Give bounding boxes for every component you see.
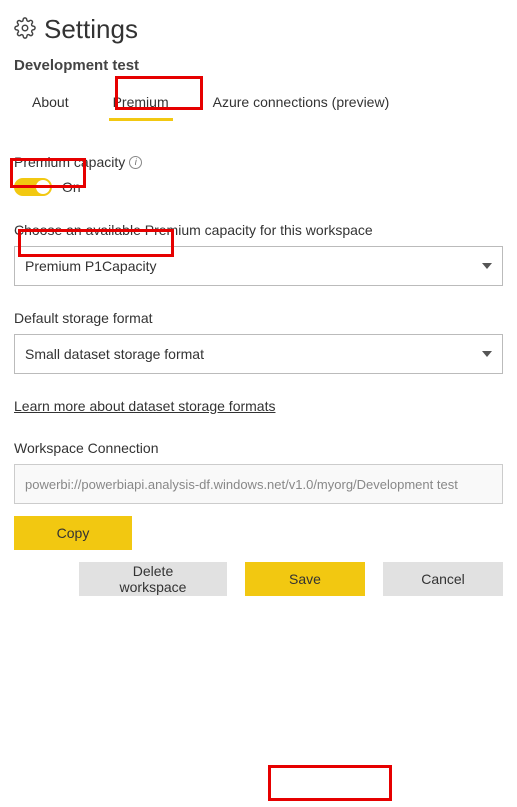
toggle-state-label: On — [62, 179, 81, 195]
footer: Delete workspace Save Cancel — [0, 550, 517, 614]
capacity-select-value: Premium P1Capacity — [25, 258, 157, 274]
info-icon[interactable]: i — [129, 156, 142, 169]
capacity-select-label: Choose an available Premium capacity for… — [14, 222, 503, 238]
chevron-down-icon — [482, 263, 492, 269]
storage-format-select[interactable]: Small dataset storage format — [14, 334, 503, 374]
capacity-select[interactable]: Premium P1Capacity — [14, 246, 503, 286]
premium-capacity-toggle[interactable] — [14, 178, 52, 196]
tabs: About Premium Azure connections (preview… — [14, 88, 503, 122]
workspace-connection-label: Workspace Connection — [14, 440, 503, 456]
premium-capacity-label: Premium capacity — [14, 154, 125, 170]
toggle-knob — [36, 180, 50, 194]
workspace-name: Development test — [14, 57, 503, 74]
chevron-down-icon — [482, 351, 492, 357]
cancel-button[interactable]: Cancel — [383, 562, 503, 596]
page-title: Settings — [44, 14, 138, 45]
tab-premium[interactable]: Premium — [109, 88, 173, 121]
gear-icon — [14, 17, 36, 42]
tab-about[interactable]: About — [28, 88, 73, 121]
tab-azure[interactable]: Azure connections (preview) — [209, 88, 394, 121]
delete-workspace-button[interactable]: Delete workspace — [79, 562, 227, 596]
workspace-connection-input[interactable] — [14, 464, 503, 504]
learn-more-link[interactable]: Learn more about dataset storage formats — [14, 398, 275, 414]
copy-button[interactable]: Copy — [14, 516, 132, 550]
save-button[interactable]: Save — [245, 562, 365, 596]
storage-format-value: Small dataset storage format — [25, 346, 204, 362]
highlight-save-button — [268, 765, 392, 801]
storage-format-label: Default storage format — [14, 310, 503, 326]
